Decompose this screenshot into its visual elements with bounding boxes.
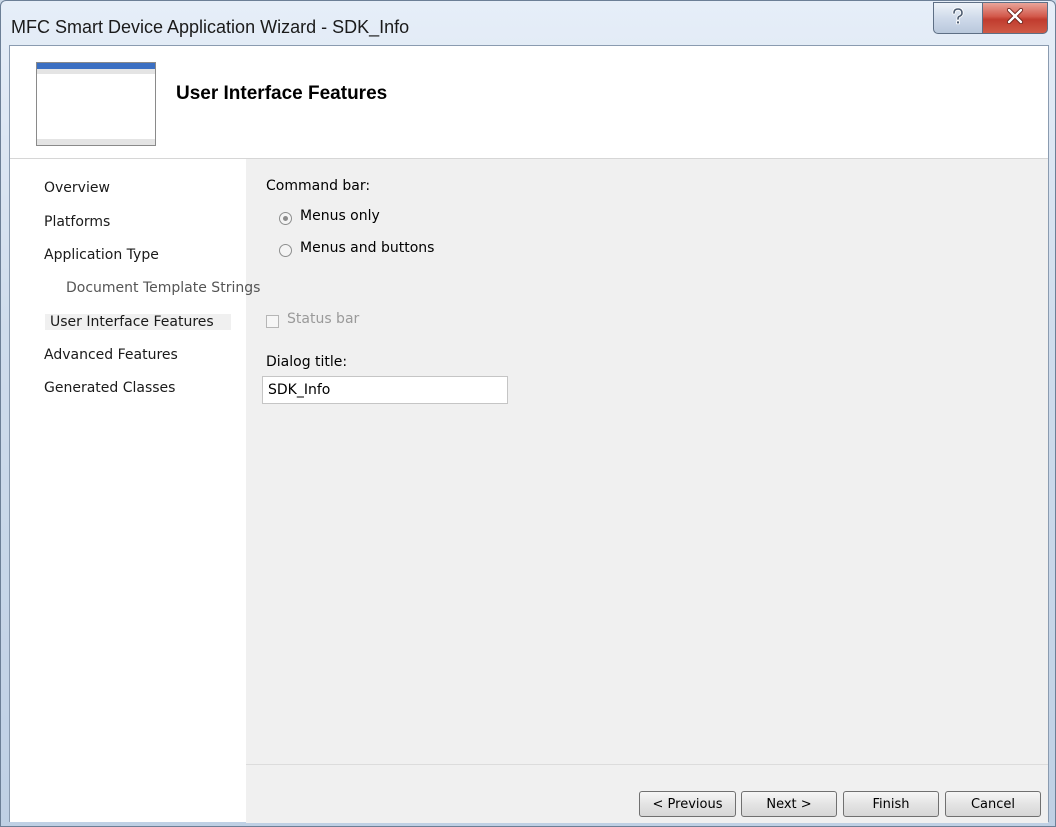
- nav-item-document-template-strings[interactable]: Document Template Strings: [66, 280, 260, 296]
- window-preview-image: [36, 62, 156, 146]
- menus-and-buttons-label[interactable]: Menus and buttons: [300, 240, 434, 256]
- command-bar-label: Command bar:: [266, 178, 371, 194]
- dialog-title-input[interactable]: SDK_Info: [262, 376, 508, 404]
- cancel-button[interactable]: Cancel: [945, 791, 1041, 817]
- options-panel: Command bar: Menus only Menus and button…: [246, 159, 1048, 763]
- close-button[interactable]: [982, 2, 1048, 34]
- wizard-window: MFC Smart Device Application Wizard - SD…: [0, 0, 1056, 827]
- wizard-footer: < Previous Next > Finish Cancel: [246, 764, 1048, 823]
- nav-item-application-type[interactable]: Application Type: [44, 247, 159, 263]
- title-bar: MFC Smart Device Application Wizard - SD…: [1, 1, 1055, 45]
- nav-item-overview[interactable]: Overview: [44, 180, 110, 196]
- wizard-header: User Interface Features: [10, 46, 1048, 159]
- dialog-title-label: Dialog title:: [266, 354, 348, 370]
- menus-only-label[interactable]: Menus only: [300, 208, 380, 224]
- nav-item-generated-classes[interactable]: Generated Classes: [44, 380, 175, 396]
- wizard-nav: Overview Platforms Application Type Docu…: [10, 159, 260, 822]
- window-title: MFC Smart Device Application Wizard - SD…: [11, 17, 410, 37]
- previous-button[interactable]: < Previous: [639, 791, 736, 817]
- close-icon: [1006, 7, 1024, 28]
- menus-only-radio[interactable]: [279, 212, 292, 225]
- help-icon: [948, 6, 968, 30]
- next-button[interactable]: Next >: [741, 791, 837, 817]
- wizard-client-area: User Interface Features Overview Platfor…: [9, 45, 1049, 823]
- finish-button[interactable]: Finish: [843, 791, 939, 817]
- nav-item-advanced-features[interactable]: Advanced Features: [44, 347, 178, 363]
- status-bar-checkbox[interactable]: [266, 315, 279, 328]
- page-title: User Interface Features: [176, 83, 388, 104]
- nav-item-platforms[interactable]: Platforms: [44, 214, 110, 230]
- status-bar-label: Status bar: [287, 311, 360, 327]
- menus-and-buttons-radio[interactable]: [279, 244, 292, 257]
- help-button[interactable]: [933, 2, 983, 34]
- nav-item-user-interface-features[interactable]: User Interface Features: [45, 314, 231, 330]
